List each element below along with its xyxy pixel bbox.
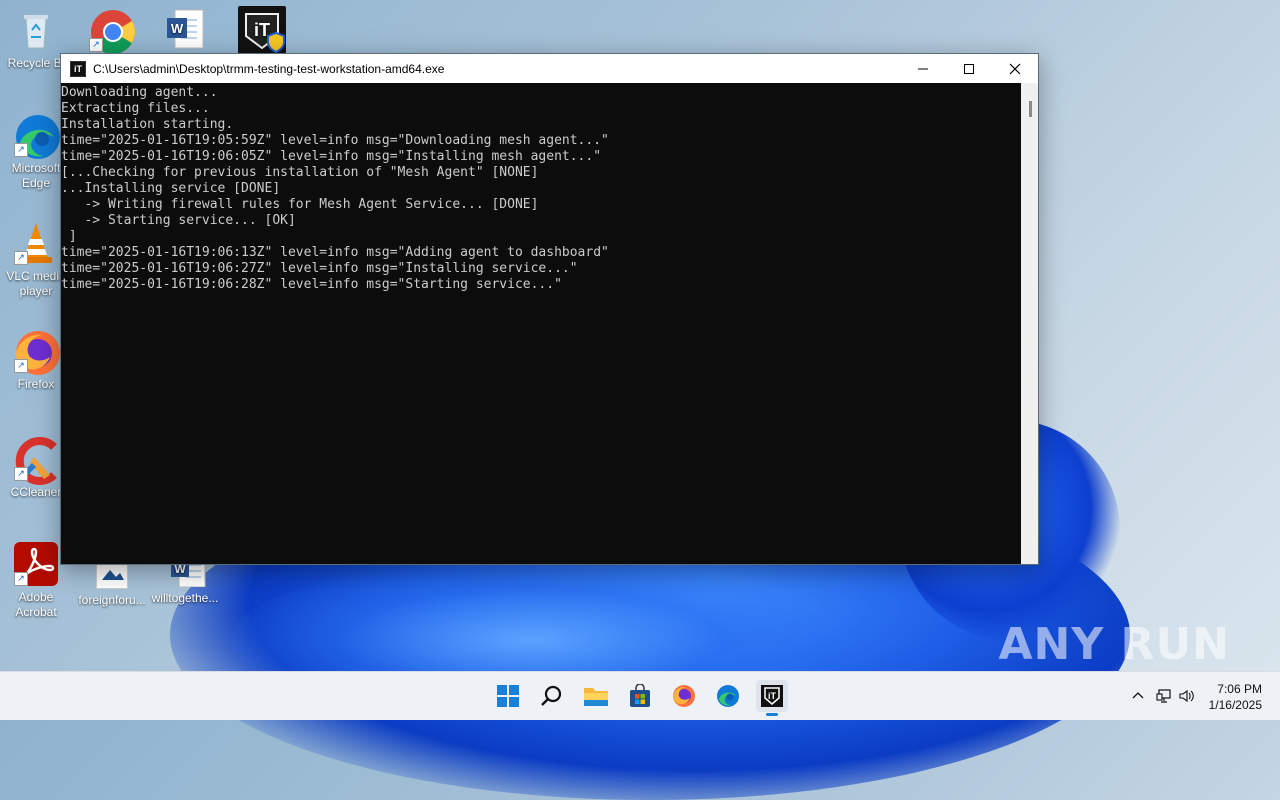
active-app-indicator	[766, 713, 778, 716]
window-title: C:\Users\admin\Desktop\trmm-testing-test…	[93, 61, 445, 76]
desktop-icon-chrome[interactable]: ↗	[73, 8, 149, 56]
desktop-icon-tactical-rmm[interactable]: iT	[224, 6, 300, 58]
shortcut-arrow-icon: ↗	[14, 143, 28, 157]
close-button[interactable]	[992, 54, 1038, 83]
clock-date: 1/16/2025	[1208, 698, 1262, 712]
trmm-icon: iT	[761, 685, 783, 707]
ccleaner-icon: ↗	[14, 437, 58, 485]
adobe-acrobat-icon: ↗	[14, 542, 58, 586]
network-button[interactable]	[1156, 672, 1172, 720]
desktop-icon-label: willtogethe...	[151, 591, 219, 605]
word-document-icon: W	[163, 8, 207, 52]
shortcut-arrow-icon: ↗	[14, 467, 28, 481]
desktop-icon-label: Firefox	[17, 377, 55, 391]
firefox-icon: ↗	[14, 329, 60, 375]
chevron-up-icon	[1132, 692, 1144, 699]
shortcut-arrow-icon: ↗	[14, 572, 28, 586]
clock-time: 7:06 PM	[1217, 682, 1262, 696]
microsoft-store-button[interactable]	[624, 680, 656, 712]
maximize-icon	[964, 63, 974, 74]
scrollbar-thumb[interactable]	[1029, 101, 1032, 117]
desktop-icon-label: CCleaner	[10, 485, 62, 499]
folder-icon	[584, 688, 608, 706]
minimize-button[interactable]	[900, 54, 946, 83]
svg-text:iT: iT	[768, 691, 777, 701]
shortcut-arrow-icon: ↗	[89, 38, 103, 52]
edge-icon: ↗	[14, 113, 60, 159]
window-title-bar[interactable]: iT C:\Users\admin\Desktop\trmm-testing-t…	[61, 54, 1038, 83]
close-icon	[1009, 63, 1021, 74]
desktop-icon-label: VLC media player	[6, 269, 66, 298]
desktop-icon-label: Recycle Bi	[7, 56, 65, 70]
speaker-icon	[1179, 689, 1194, 703]
desktop-icon-label: Adobe Acrobat	[15, 590, 57, 619]
anyrun-watermark: ANY RUN	[998, 619, 1230, 670]
minimize-icon	[918, 68, 928, 69]
recycle-bin-icon	[14, 8, 58, 52]
search-icon	[541, 685, 562, 706]
trmm-taskbar-button[interactable]: iT	[756, 680, 788, 716]
taskbar-clock[interactable]: 7:06 PM 1/16/2025	[1209, 681, 1262, 713]
file-explorer-button[interactable]	[580, 680, 612, 712]
edge-taskbar-button[interactable]	[712, 680, 744, 712]
firefox-taskbar-button[interactable]	[668, 680, 700, 712]
windows-logo-icon	[497, 685, 519, 707]
start-button[interactable]	[492, 680, 524, 712]
trmm-icon: iT	[70, 60, 86, 77]
shortcut-arrow-icon: ↗	[14, 359, 28, 373]
console-output[interactable]: Downloading agent... Extracting files...…	[61, 83, 1021, 564]
chrome-icon: ↗	[89, 8, 135, 54]
vertical-scrollbar[interactable]	[1021, 83, 1038, 564]
console-window[interactable]: iT C:\Users\admin\Desktop\trmm-testing-t…	[60, 53, 1039, 565]
network-icon	[1156, 689, 1171, 703]
show-hidden-icons-button[interactable]	[1132, 672, 1144, 720]
shortcut-arrow-icon: ↗	[14, 251, 28, 265]
search-button[interactable]	[536, 680, 568, 712]
desktop-icon-label: foreignforu...	[78, 593, 146, 607]
edge-icon	[717, 685, 739, 707]
svg-text:W: W	[171, 21, 184, 36]
store-icon	[630, 684, 650, 707]
tactical-rmm-icon: iT	[238, 6, 286, 54]
firefox-icon	[673, 685, 695, 707]
desktop-icon-word-document[interactable]: W	[147, 8, 223, 56]
vlc-cone-icon: ↗	[14, 221, 58, 265]
desktop-icon-label: Microsoft Edge	[11, 161, 61, 190]
volume-button[interactable]	[1178, 672, 1194, 720]
taskbar: iT 7:06 PM 1/16/2025	[0, 671, 1280, 720]
maximize-button[interactable]	[946, 54, 992, 83]
